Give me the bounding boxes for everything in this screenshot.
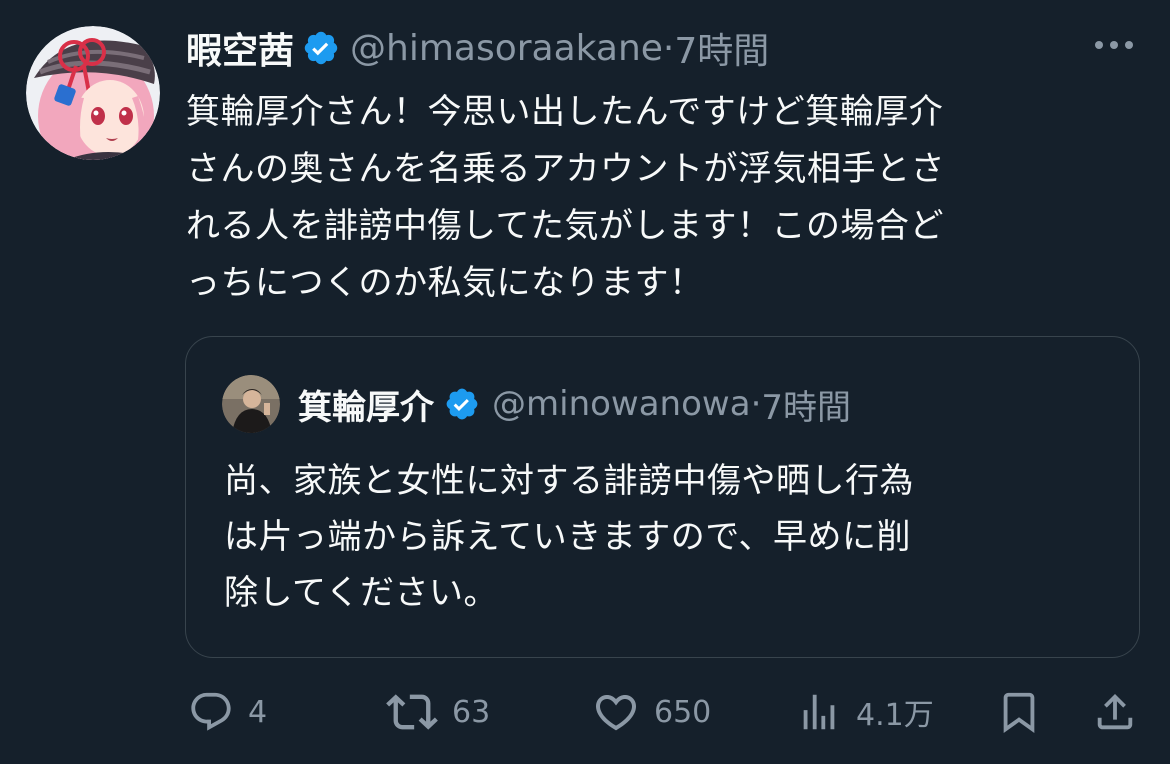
quoted-author-avatar <box>222 375 280 433</box>
quoted-tweet-card[interactable]: 箕輪厚介 @minowanowa · 7時間 尚、家族と女性に対する誹謗中傷や晒… <box>185 336 1140 658</box>
like-count: 650 <box>654 694 712 730</box>
share-icon <box>1097 693 1133 730</box>
verified-badge-icon <box>444 386 480 422</box>
tweet-header: 暇空茜 @himasoraakane · 7時間 <box>186 20 769 76</box>
like-button[interactable]: 650 <box>592 684 711 740</box>
more-icon[interactable] <box>1092 30 1136 60</box>
heart-icon <box>595 695 637 731</box>
reply-button[interactable]: 4 <box>188 684 267 740</box>
tweet-text: 箕輪厚介さん！今思い出したんですけど箕輪厚介 さんの奥さんを名乗るアカウントが浮… <box>186 92 945 303</box>
quoted-tweet-time: 7時間 <box>761 387 852 428</box>
avatar-image <box>26 26 160 160</box>
quoted-author-name: 箕輪厚介 <box>298 387 434 428</box>
reply-count: 4 <box>248 694 268 730</box>
author-name[interactable]: 暇空茜 <box>186 22 294 74</box>
views-count: 4.1万 <box>856 698 934 733</box>
meta-separator: · <box>662 27 675 69</box>
tweet-time[interactable]: 7時間 <box>674 22 769 74</box>
quoted-author-handle: @minowanowa <box>492 384 751 424</box>
author-handle[interactable]: @himasoraakane <box>350 28 663 69</box>
author-avatar[interactable] <box>26 26 160 160</box>
reply-icon <box>191 692 231 731</box>
views-icon <box>803 694 835 730</box>
retweet-button[interactable]: 63 <box>386 684 490 740</box>
quoted-tweet-header: 箕輪厚介 @minowanowa · 7時間 <box>298 375 851 433</box>
verified-badge-icon <box>302 29 340 67</box>
bookmark-button[interactable] <box>996 684 1042 740</box>
share-button[interactable] <box>1092 684 1138 740</box>
retweet-count: 63 <box>452 694 491 730</box>
tweet-action-bar: 4 63 650 4.1万 <box>0 684 1170 740</box>
quoted-tweet-text: 尚、家族と女性に対する誹謗中傷や晒し行為 は片っ端から訴えていきますので、早めに… <box>224 461 914 613</box>
quoted-meta-separator: · <box>750 384 762 424</box>
views-button[interactable]: 4.1万 <box>796 684 934 740</box>
bookmark-icon <box>1003 692 1035 733</box>
retweet-icon <box>386 694 438 730</box>
